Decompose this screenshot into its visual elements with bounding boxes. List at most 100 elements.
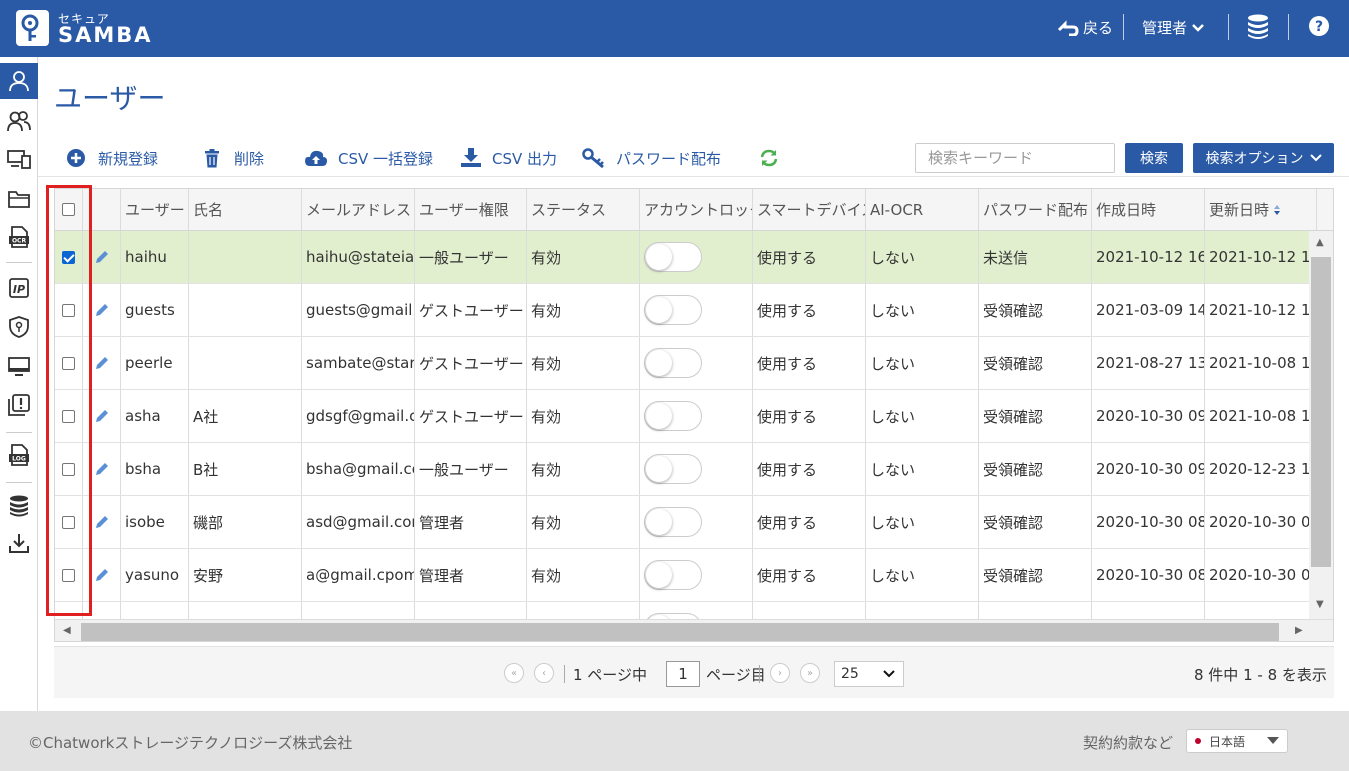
horizontal-scroll-thumb[interactable] bbox=[81, 623, 1279, 641]
table-row[interactable]: isobe 磯部 asd@gmail.com 管理者 有効 使用する しない 受領確認 2020… bbox=[55, 496, 1317, 549]
sidebar-item-logs[interactable]: LOG bbox=[0, 437, 38, 473]
sidebar-item-folders[interactable] bbox=[0, 181, 38, 217]
sidebar: OCR IP LOG bbox=[0, 57, 38, 711]
first-page-icon[interactable]: « bbox=[504, 663, 524, 683]
copyright-text: ©Chatworkストレージテクノロジーズ株式会社 bbox=[28, 734, 353, 752]
last-page-icon[interactable]: » bbox=[800, 663, 820, 683]
col-header-created[interactable]: 作成日時 bbox=[1092, 189, 1205, 230]
scroll-left-arrow-icon[interactable]: ◀ bbox=[63, 625, 71, 636]
new-user-button[interactable]: 新規登録 bbox=[66, 147, 158, 169]
delete-button[interactable]: 削除 bbox=[204, 147, 264, 169]
user-icon bbox=[9, 71, 29, 92]
language-label: 日本語 bbox=[1209, 734, 1246, 749]
vertical-scroll-thumb[interactable] bbox=[1311, 257, 1331, 567]
cell-created: 2020-10-30 09:0 bbox=[1092, 390, 1205, 442]
sidebar-item-user[interactable] bbox=[0, 63, 38, 99]
storage-button[interactable] bbox=[1247, 14, 1269, 40]
account-lock-toggle[interactable] bbox=[644, 560, 702, 590]
col-header-name[interactable]: 氏名 bbox=[189, 189, 302, 230]
table-row[interactable]: bshaB社bsha@gmail.com一般ユーザー有効使用するしない受領確認2… bbox=[55, 443, 1317, 496]
admin-menu[interactable]: 管理者 bbox=[1142, 17, 1205, 38]
back-button[interactable]: 戻る bbox=[1057, 17, 1113, 38]
language-select[interactable]: 日本語 bbox=[1186, 729, 1288, 753]
sidebar-item-monitor[interactable] bbox=[0, 349, 38, 385]
pencil-icon[interactable] bbox=[94, 408, 110, 424]
key-icon bbox=[582, 148, 604, 168]
sidebar-item-storage[interactable] bbox=[0, 488, 38, 524]
col-header-status[interactable]: ステータス bbox=[527, 189, 640, 230]
scroll-right-arrow-icon[interactable]: ▶ bbox=[1295, 625, 1303, 636]
page-suffix-text: ページ目 bbox=[706, 666, 766, 684]
table-row[interactable]: peerle sambate@startiaゲストユーザー有効 使用するしない受領確… bbox=[55, 337, 1317, 390]
cell-smart: 使用する bbox=[753, 496, 866, 548]
cell-pw: 受領確認 bbox=[979, 549, 1092, 601]
cell-user: isobe bbox=[121, 496, 189, 548]
logo-mark-icon bbox=[16, 10, 49, 46]
pencil-icon[interactable] bbox=[94, 514, 110, 530]
samba-logo[interactable]: セキュア SAMBA bbox=[16, 10, 166, 48]
sidebar-item-alerts[interactable] bbox=[0, 387, 38, 423]
next-page-icon[interactable]: › bbox=[770, 663, 790, 683]
sidebar-item-download[interactable] bbox=[0, 525, 38, 561]
cell-pw: 受領確認 bbox=[979, 284, 1092, 336]
sidebar-item-devices[interactable] bbox=[0, 141, 38, 177]
account-lock-toggle[interactable] bbox=[644, 242, 702, 272]
terms-link[interactable]: 契約約款など bbox=[1083, 732, 1173, 753]
cell-updated: 2021-10-08 16: bbox=[1205, 337, 1317, 389]
account-lock-toggle[interactable] bbox=[644, 295, 702, 325]
per-page-select[interactable]: 25 bbox=[834, 661, 904, 687]
cell-ocr: しない bbox=[866, 443, 979, 495]
col-header-user[interactable]: ユーザー bbox=[121, 189, 189, 230]
pencil-icon[interactable] bbox=[94, 249, 110, 265]
pencil-icon[interactable] bbox=[94, 302, 110, 318]
csv-export-button[interactable]: CSV 出力 bbox=[460, 147, 557, 169]
search-input[interactable] bbox=[915, 143, 1115, 173]
vertical-scrollbar[interactable]: ▲ ▼ bbox=[1309, 231, 1333, 619]
table-row[interactable]: yasuno 安野 a@gmail.cpom 管理者 有効 使用する しない 受領確認 2020… bbox=[55, 549, 1317, 602]
cell-role: 管理者 bbox=[415, 496, 527, 548]
table-row[interactable]: haihuhaihu@stateiara一般ユーザー有効使用するしない未送信20… bbox=[55, 231, 1317, 284]
pencil-icon[interactable] bbox=[94, 461, 110, 477]
col-header-smart-device[interactable]: スマートデバイス bbox=[753, 189, 866, 230]
chevron-down-icon bbox=[883, 670, 895, 678]
sidebar-item-groups[interactable] bbox=[0, 103, 38, 139]
col-header-updated[interactable]: 更新日時 bbox=[1205, 189, 1317, 230]
account-lock-toggle[interactable] bbox=[644, 401, 702, 431]
col-header-role[interactable]: ユーザー権限 bbox=[415, 189, 527, 230]
scroll-down-arrow-icon[interactable]: ▼ bbox=[1316, 599, 1324, 610]
table-row[interactable]: guests guests@gmail.c ゲストユーザー 有効 使用する しない 受領確認… bbox=[55, 284, 1317, 337]
page-number-input[interactable]: 1 bbox=[666, 661, 700, 687]
password-distribution-button[interactable]: パスワード配布 bbox=[582, 147, 721, 169]
col-header-account-lock[interactable]: アカウントロック bbox=[640, 189, 753, 230]
col-header-email[interactable]: メールアドレス bbox=[302, 189, 415, 230]
search-button[interactable]: 検索 bbox=[1125, 143, 1183, 173]
cell-user: haihu bbox=[121, 231, 189, 283]
horizontal-scrollbar[interactable]: ◀ ▶ bbox=[55, 619, 1333, 641]
account-lock-toggle[interactable] bbox=[644, 348, 702, 378]
table-row[interactable]: asha A社 gdsgf@gmail.co ゲストユーザー 有効 使用する しない 受領確認… bbox=[55, 390, 1317, 443]
scroll-up-arrow-icon[interactable]: ▲ bbox=[1316, 237, 1324, 248]
csv-import-button[interactable]: CSV 一括登録 bbox=[304, 147, 433, 169]
col-header-password[interactable]: パスワード配布 bbox=[979, 189, 1092, 230]
refresh-button[interactable] bbox=[759, 147, 779, 169]
account-lock-toggle[interactable] bbox=[644, 454, 702, 484]
account-lock-cell bbox=[640, 337, 753, 389]
col-header-ai-ocr[interactable]: AI-OCR bbox=[866, 189, 979, 230]
account-lock-toggle[interactable] bbox=[644, 507, 702, 537]
pencil-icon[interactable] bbox=[94, 567, 110, 583]
prev-page-icon[interactable]: ‹ bbox=[534, 663, 554, 683]
pencil-icon[interactable] bbox=[94, 355, 110, 371]
cell-status: 有効 bbox=[527, 284, 640, 336]
cell-user: yasuno bbox=[121, 549, 189, 601]
sidebar-item-ocr[interactable]: OCR bbox=[0, 219, 38, 255]
sidebar-item-security[interactable] bbox=[0, 309, 38, 345]
svg-text:IP: IP bbox=[13, 283, 25, 296]
search-options-button[interactable]: 検索オプション bbox=[1193, 143, 1334, 173]
chevron-down-icon bbox=[1192, 23, 1204, 32]
cell-role: ゲストユーザー bbox=[415, 284, 527, 336]
cell-ocr: しない bbox=[866, 549, 979, 601]
sidebar-item-ip[interactable]: IP bbox=[0, 270, 38, 306]
checkbox-column-highlight bbox=[46, 185, 92, 616]
plus-circle-icon bbox=[67, 149, 85, 167]
help-button[interactable]: ? bbox=[1308, 15, 1330, 37]
